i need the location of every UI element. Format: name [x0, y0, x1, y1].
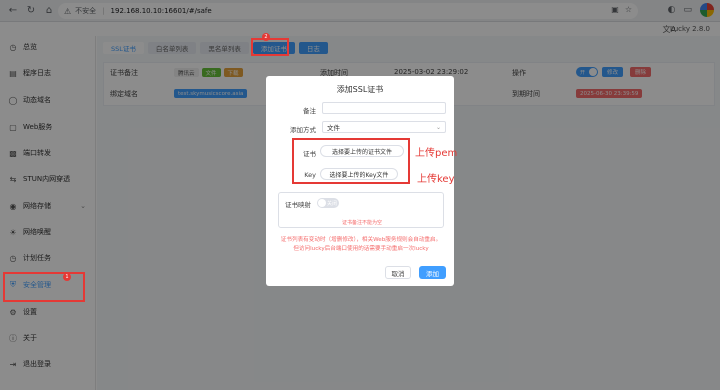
- cert-mapping-box: 证书映射 关闭 证书备注不能为空: [278, 192, 444, 228]
- remark-field-label: 备注: [303, 107, 316, 115]
- chevron-down-icon: ⌄: [435, 123, 441, 131]
- dialog-title: 添加SSL证书: [336, 85, 384, 94]
- highlight-security: [3, 272, 85, 302]
- cancel-button[interactable]: 取消: [385, 266, 411, 279]
- map-toggle[interactable]: 关闭: [317, 198, 339, 208]
- highlight-add-cert: [251, 38, 289, 56]
- confirm-add-button[interactable]: 添加: [419, 266, 446, 279]
- mode-value: 文件: [327, 124, 340, 132]
- restart-note: 证书列表有变动时（增删修改），相关Web服务规则会自动重启。但访问lucky后台…: [280, 237, 442, 252]
- annotation-upload-key: 上传key: [417, 174, 455, 185]
- annotation-upload-pem: 上传pem: [415, 148, 458, 159]
- mode-field-label: 添加方式: [290, 126, 316, 134]
- map-label: 证书映射: [285, 201, 311, 209]
- badge-two: 2: [262, 33, 270, 41]
- highlight-upload: [292, 138, 410, 184]
- mode-select[interactable]: 文件 ⌄: [322, 121, 446, 133]
- badge-one: 1: [63, 273, 71, 281]
- map-error-text: 证书备注不能为空: [341, 220, 382, 226]
- remark-input[interactable]: [322, 102, 446, 114]
